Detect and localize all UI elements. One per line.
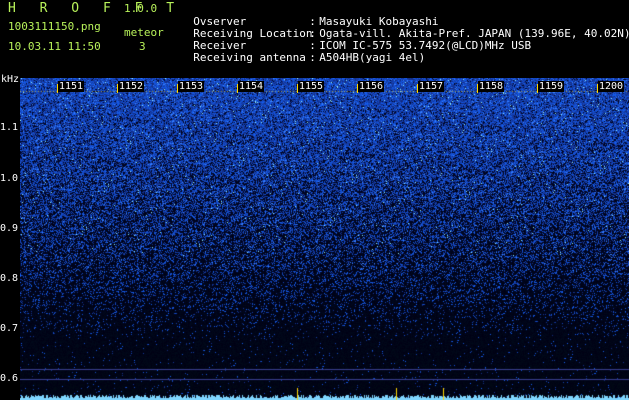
info-value: A504HB(yagi 4el)	[319, 51, 426, 64]
capture-datetime: 10.03.11 11:50	[8, 40, 101, 53]
info-separator: :	[309, 51, 316, 64]
time-mark: 1157	[418, 81, 445, 92]
spectrogram	[20, 78, 629, 400]
meteor-label: meteor	[124, 26, 164, 39]
time-mark: 1153	[178, 81, 205, 92]
y-tick: 1.1	[0, 122, 19, 133]
time-mark: 1151	[58, 81, 85, 92]
app-version: 1.0.0	[124, 2, 158, 15]
y-tick: 0.7	[0, 323, 19, 334]
meteor-count: 3	[139, 40, 146, 53]
spectrogram-canvas	[20, 78, 629, 400]
file-name: 1003111150.png	[8, 20, 101, 33]
time-mark: 1152	[118, 81, 145, 92]
time-mark: 1156	[358, 81, 385, 92]
time-mark: 1155	[298, 81, 325, 92]
y-tick: 0.9	[0, 223, 19, 234]
y-tick: 1.0	[0, 173, 19, 184]
y-tick: 0.8	[0, 273, 19, 284]
y-axis-unit: kHz	[1, 74, 20, 85]
y-tick: 0.6	[0, 373, 19, 384]
time-mark: 1200	[598, 81, 625, 92]
info-row-antenna: Receiving antenna: A504HB(yagi 4el)	[180, 40, 425, 64]
time-mark: 1159	[538, 81, 565, 92]
time-mark: 1158	[478, 81, 505, 92]
info-key: Receiving antenna	[193, 51, 306, 64]
time-mark: 1154	[238, 81, 265, 92]
